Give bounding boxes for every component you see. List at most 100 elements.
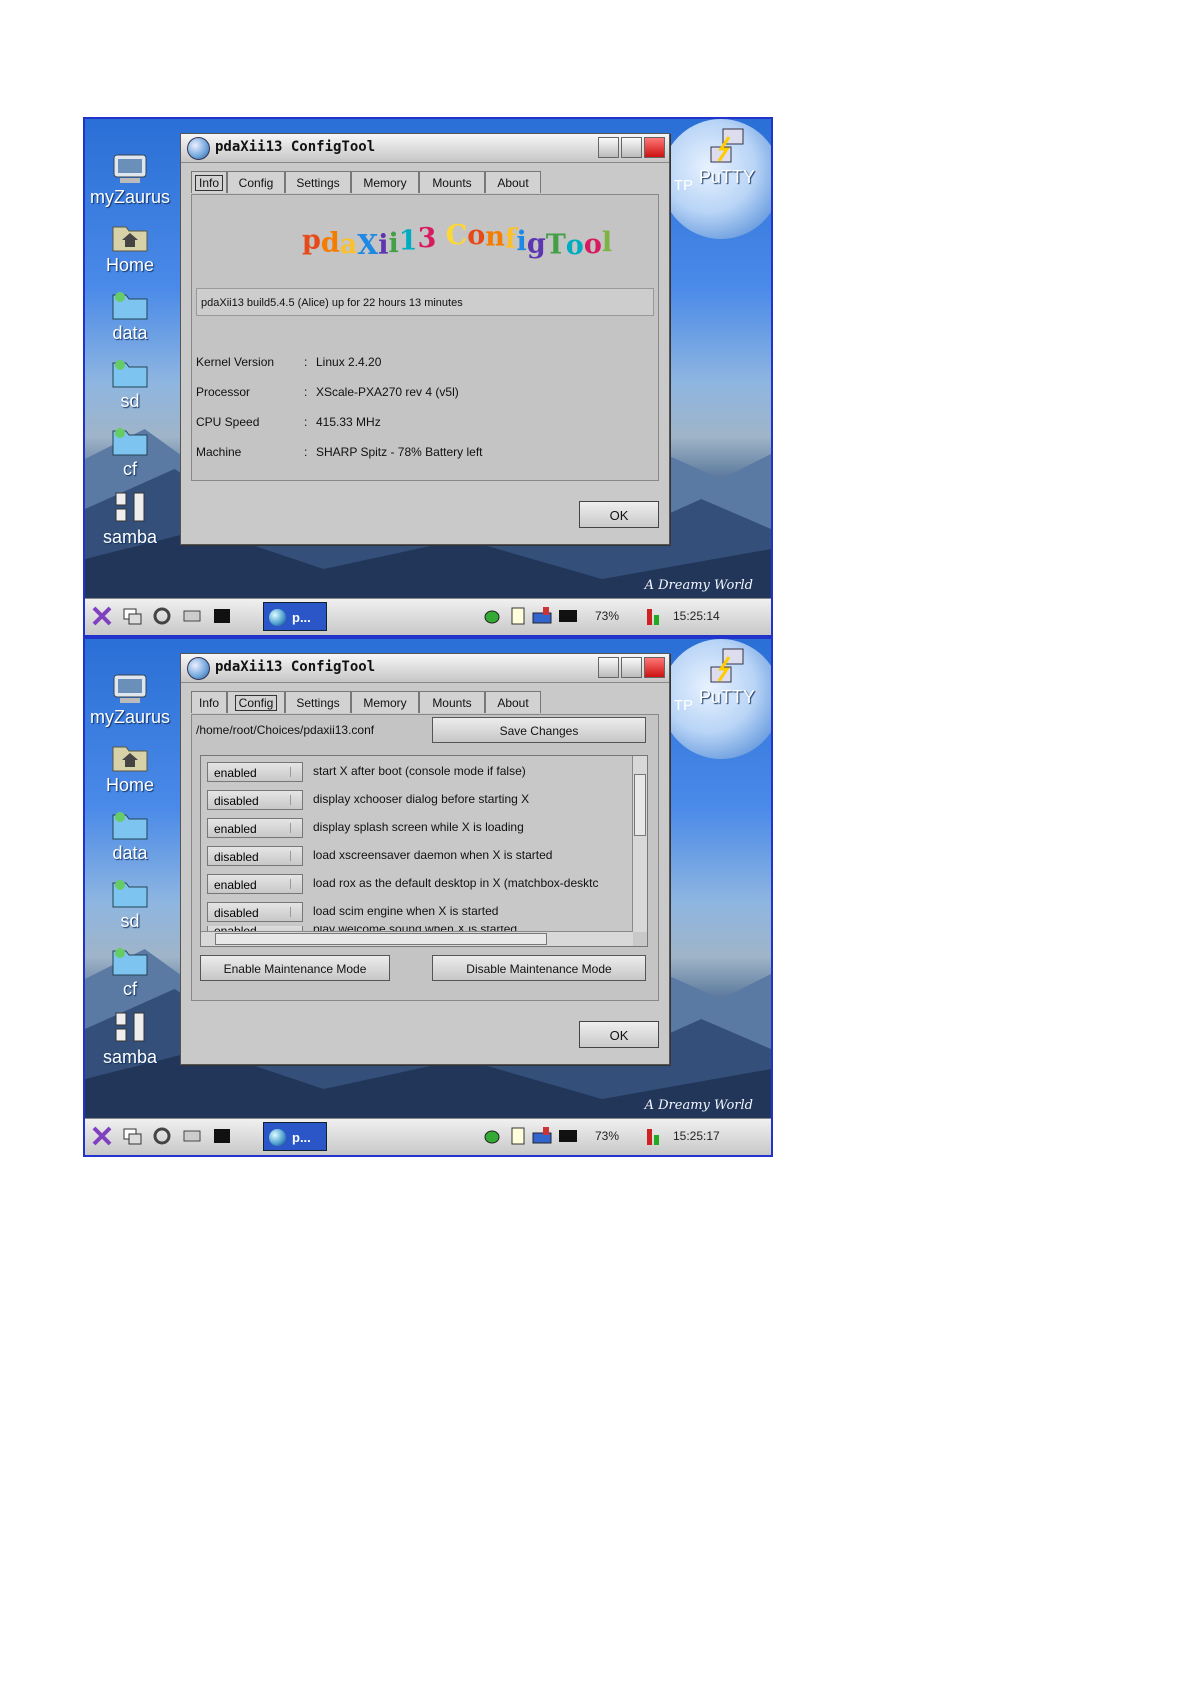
tab-info[interactable]: Info — [191, 171, 227, 193]
tab-mounts[interactable]: Mounts — [419, 171, 485, 193]
screenshot-config: A Dreamy World myZaurus Home data sd cf … — [83, 637, 773, 1157]
window-title: pdaXii13 ConfigTool — [215, 659, 376, 675]
list-item: enabled load rox as the default desktop … — [205, 874, 625, 896]
desktop-icon-label: cf — [122, 459, 137, 479]
desktop-icon-putty[interactable]: PuTTY — [687, 127, 767, 188]
folder-icon — [112, 812, 148, 840]
start-menu-icon[interactable] — [91, 605, 113, 627]
start-menu-icon[interactable] — [91, 1125, 113, 1147]
desktop-icon-label: myZaurus — [89, 187, 170, 207]
close-button[interactable] — [644, 137, 665, 158]
settings-icon[interactable] — [151, 605, 173, 627]
dropdown-arrow-icon — [290, 907, 299, 917]
desktop-icon-label: cf — [122, 979, 137, 999]
tab-memory[interactable]: Memory — [351, 691, 419, 713]
tab-config[interactable]: Config — [227, 171, 285, 193]
state-select[interactable]: disabled — [207, 790, 303, 810]
folder-icon — [112, 948, 148, 976]
mouse-icon[interactable] — [481, 1125, 503, 1147]
keyboard-icon[interactable] — [531, 605, 553, 627]
enable-maintenance-button[interactable]: Enable Maintenance Mode — [200, 955, 390, 981]
desktop-icon-cf[interactable]: cf — [85, 943, 175, 1000]
disable-maintenance-button[interactable]: Disable Maintenance Mode — [432, 955, 646, 981]
scroll-thumb[interactable] — [634, 774, 646, 836]
windows-icon[interactable] — [121, 605, 143, 627]
minimize-button[interactable] — [598, 137, 619, 158]
state-select[interactable]: enabled — [207, 874, 303, 894]
display-icon[interactable] — [557, 605, 579, 627]
state-select[interactable]: enabled — [207, 818, 303, 838]
terminal-icon[interactable] — [211, 605, 233, 627]
close-button[interactable] — [644, 657, 665, 678]
taskbar-task-button[interactable]: p... — [263, 1122, 327, 1151]
battery-icon[interactable] — [643, 605, 665, 627]
battery-level: 73% — [595, 609, 620, 623]
terminal-icon[interactable] — [211, 1125, 233, 1147]
desktop-icon-samba[interactable]: samba — [85, 1011, 175, 1068]
taskbar-task-button[interactable]: p... — [263, 602, 327, 631]
desktop-icon-myzaurus[interactable]: myZaurus — [85, 151, 175, 208]
tab-settings[interactable]: Settings — [285, 171, 351, 193]
list-item: enabled display splash screen while X is… — [205, 818, 625, 840]
tab-about[interactable]: About — [485, 691, 541, 713]
state-select[interactable]: enabled — [207, 762, 303, 782]
windows-icon[interactable] — [121, 1125, 143, 1147]
desktop-icon-label: data — [112, 843, 148, 863]
ok-button[interactable]: OK — [579, 501, 659, 528]
computer-icon — [113, 154, 147, 183]
settings-icon[interactable] — [151, 1125, 173, 1147]
options-list[interactable]: enabled start X after boot (console mode… — [200, 755, 648, 947]
maximize-button[interactable] — [621, 137, 642, 158]
desktop-icon-cf[interactable]: cf — [85, 423, 175, 480]
clipboard-icon[interactable] — [507, 1125, 529, 1147]
desktop-icon-data[interactable]: data — [85, 287, 175, 344]
app-icon — [269, 609, 286, 626]
desktop-icon-myzaurus[interactable]: myZaurus — [85, 671, 175, 728]
minimize-button[interactable] — [598, 657, 619, 678]
mouse-icon[interactable] — [481, 605, 503, 627]
title-bar[interactable]: pdaXii13 ConfigTool — [181, 654, 669, 683]
clipboard-icon[interactable] — [507, 605, 529, 627]
config-tool-window: pdaXii13 ConfigTool Info Config Settings… — [180, 653, 670, 1065]
info-row-cpu-speed: CPU Speed:415.33 MHz — [196, 415, 381, 429]
folder-icon — [112, 428, 148, 456]
vertical-scrollbar[interactable] — [632, 756, 647, 932]
tab-info[interactable]: Info — [191, 691, 227, 713]
list-item: disabled load scim engine when X is star… — [205, 902, 625, 924]
desktop-icon-samba[interactable]: samba — [85, 491, 175, 548]
desktop-icon-home[interactable]: Home — [85, 219, 175, 276]
logo-text: pdaXii13 ConfigTool — [302, 220, 613, 261]
ok-button[interactable]: OK — [579, 1021, 659, 1048]
maximize-button[interactable] — [621, 657, 642, 678]
tab-settings[interactable]: Settings — [285, 691, 351, 713]
tab-config[interactable]: Config — [227, 691, 285, 713]
desktop-icon-data[interactable]: data — [85, 807, 175, 864]
keyboard-icon[interactable] — [531, 1125, 553, 1147]
info-row-processor: Processor: XScale-PXA270 rev 4 (v5l) — [196, 385, 459, 399]
option-description: display splash screen while X is loading — [313, 820, 524, 834]
network-icon[interactable] — [181, 1125, 203, 1147]
desktop-icon-home[interactable]: Home — [85, 739, 175, 796]
desktop-icon-sd[interactable]: sd — [85, 875, 175, 932]
tab-about[interactable]: About — [485, 171, 541, 193]
list-item: enabled start X after boot (console mode… — [205, 762, 625, 784]
horizontal-scrollbar[interactable] — [201, 931, 633, 946]
desktop-icon-label: PuTTY — [698, 167, 755, 187]
tab-mounts[interactable]: Mounts — [419, 691, 485, 713]
scroll-thumb[interactable] — [215, 933, 547, 945]
app-icon — [187, 657, 210, 680]
title-bar[interactable]: pdaXii13 ConfigTool — [181, 134, 669, 163]
display-icon[interactable] — [557, 1125, 579, 1147]
state-select[interactable]: disabled — [207, 902, 303, 922]
app-icon — [187, 137, 210, 160]
battery-level: 73% — [595, 1129, 620, 1143]
dropdown-arrow-icon — [290, 795, 299, 805]
state-select[interactable]: disabled — [207, 846, 303, 866]
desktop-icon-putty[interactable]: PuTTY — [687, 647, 767, 708]
option-description: load rox as the default desktop in X (ma… — [313, 876, 599, 890]
tab-memory[interactable]: Memory — [351, 171, 419, 193]
network-icon[interactable] — [181, 605, 203, 627]
desktop-icon-sd[interactable]: sd — [85, 355, 175, 412]
save-changes-button[interactable]: Save Changes — [432, 717, 646, 743]
battery-icon[interactable] — [643, 1125, 665, 1147]
